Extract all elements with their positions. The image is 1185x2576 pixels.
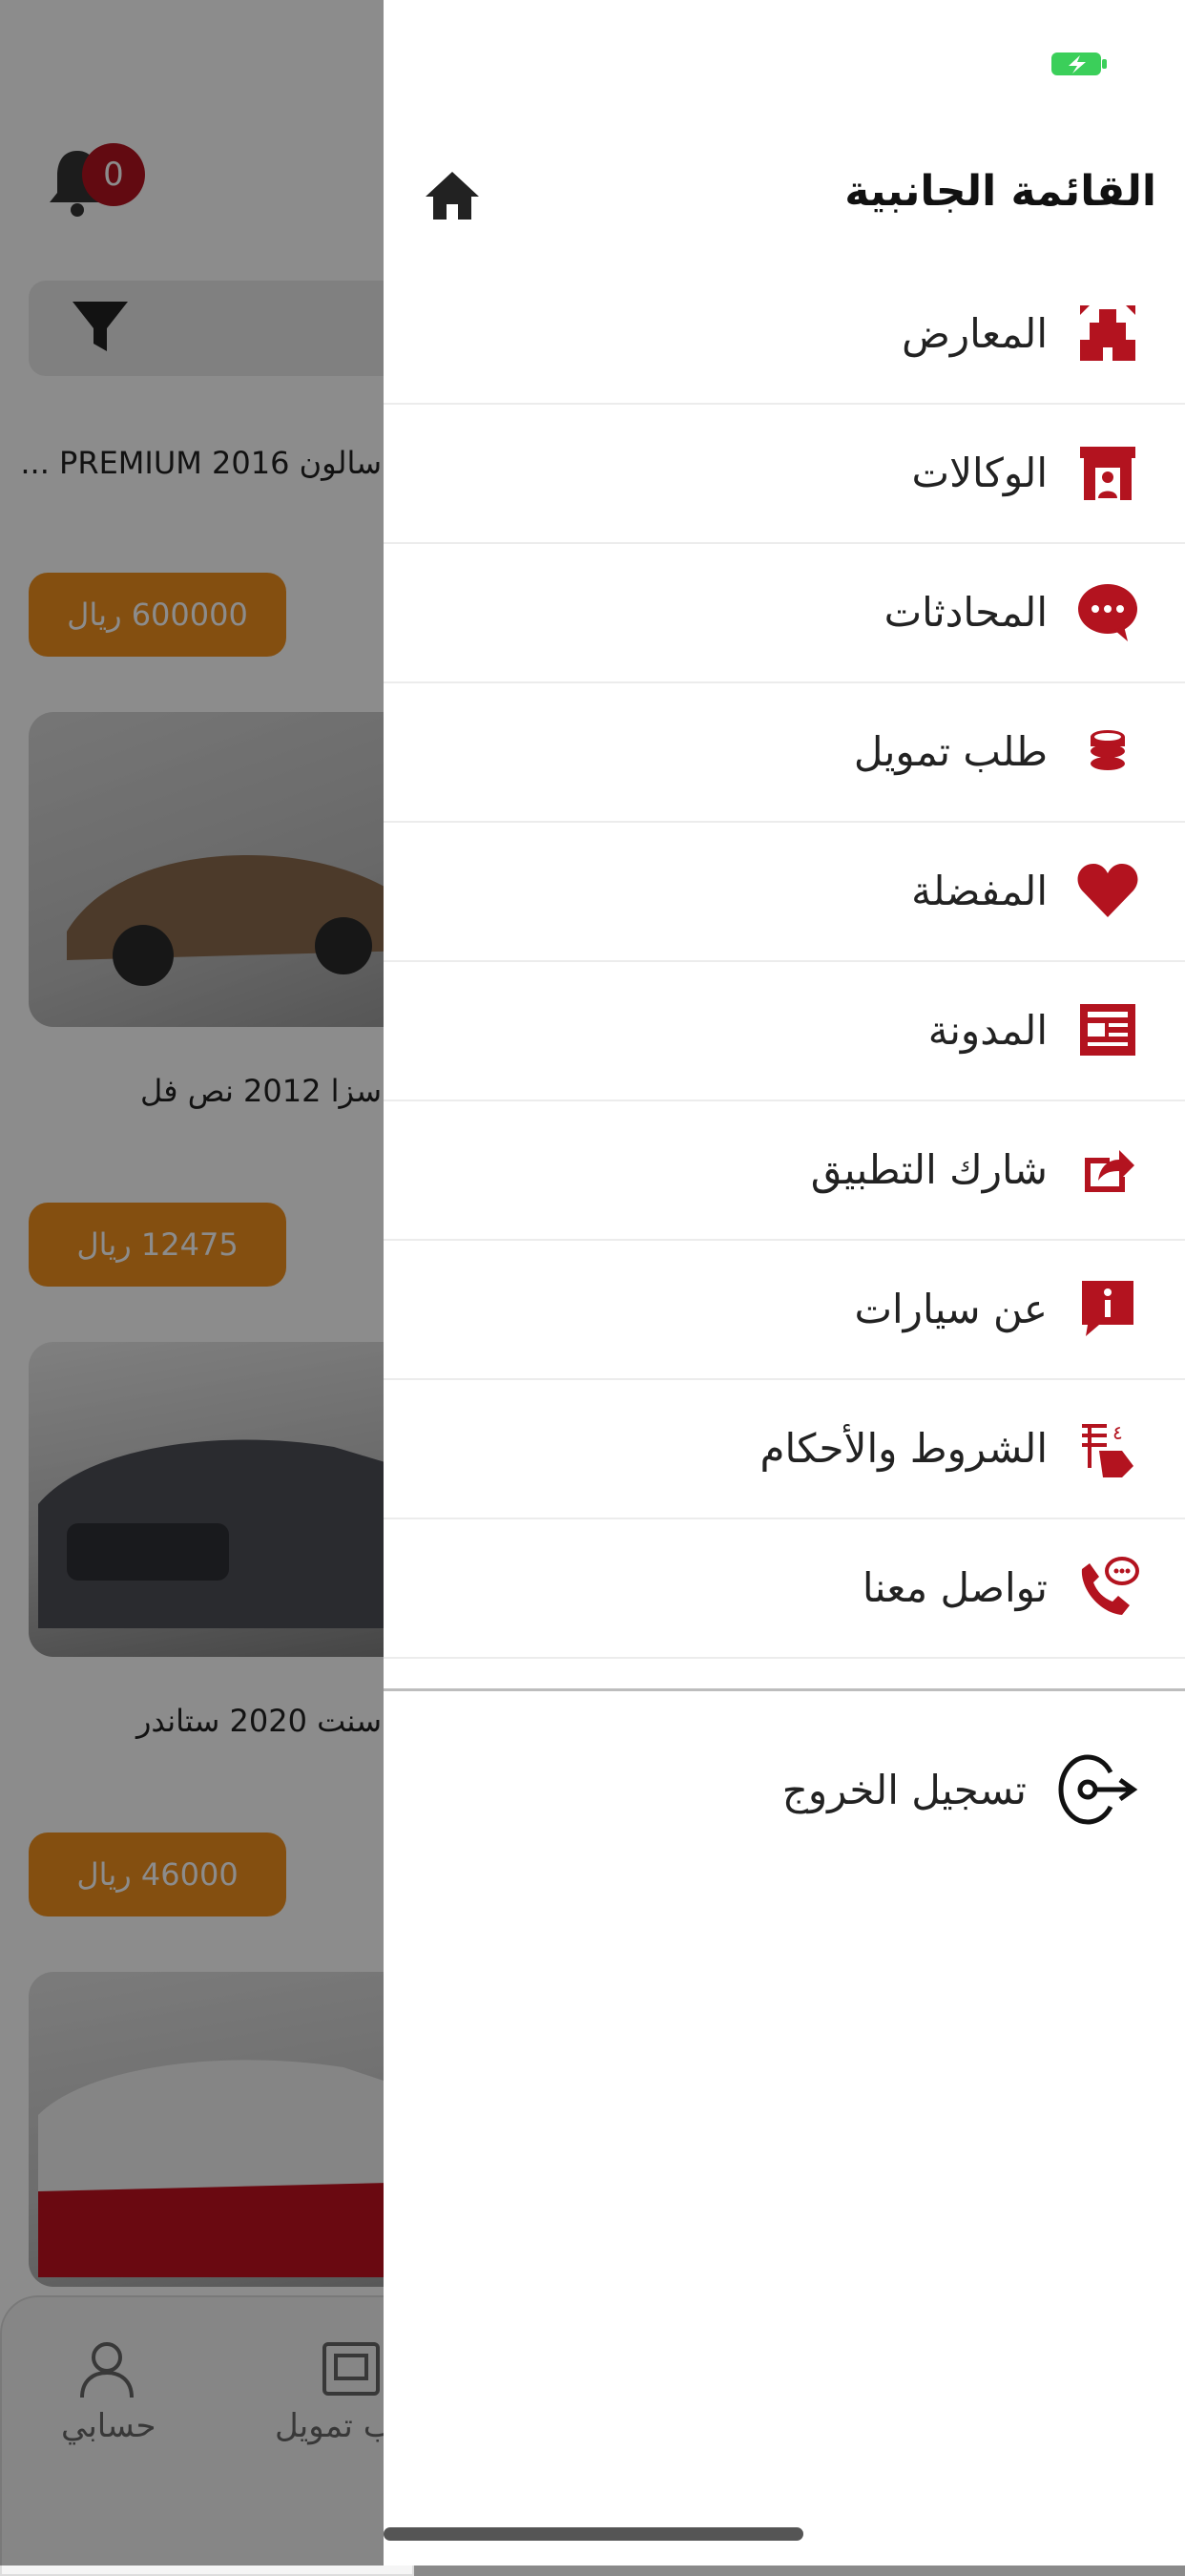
store-icon — [1074, 439, 1141, 506]
logout-button[interactable]: تسجيل الخروج — [384, 1737, 1185, 1842]
menu-item-label: عن سيارات — [854, 1285, 1048, 1332]
info-icon — [1074, 1275, 1141, 1342]
menu-item-label: شارك التطبيق — [810, 1145, 1048, 1193]
home-icon[interactable] — [424, 168, 481, 221]
coins-icon — [1074, 718, 1141, 785]
menu-item-agencies[interactable]: الوكالات — [384, 403, 1185, 544]
menu-item-label: طلب تمويل — [853, 727, 1048, 775]
drawer-title: القائمة الجانبية — [844, 167, 1156, 216]
menu-item-label: المدونة — [927, 1006, 1048, 1054]
showroom-icon — [1074, 300, 1141, 367]
menu-item-financing[interactable]: طلب تمويل — [384, 681, 1185, 823]
menu-item-label: تواصل معنا — [862, 1563, 1048, 1611]
battery-icon — [1051, 52, 1107, 75]
drawer-divider — [384, 1688, 1185, 1691]
home-indicator[interactable] — [384, 2527, 803, 2541]
menu-item-label: الشروط والأحكام — [759, 1424, 1048, 1472]
logout-icon — [1055, 1751, 1141, 1828]
svg-text:٤: ٤ — [1112, 1421, 1123, 1444]
newspaper-icon — [1074, 996, 1141, 1063]
menu-item-share-app[interactable]: شارك التطبيق — [384, 1100, 1185, 1241]
menu-item-label: المفضلة — [911, 867, 1048, 914]
phone-chat-icon — [1074, 1554, 1141, 1621]
heart-icon — [1074, 857, 1141, 924]
menu-item-chats[interactable]: المحادثات — [384, 542, 1185, 683]
menu-item-showrooms[interactable]: المعارض — [384, 263, 1185, 405]
menu-item-about[interactable]: عن سيارات — [384, 1239, 1185, 1380]
menu-item-terms[interactable]: الشروط والأحكام ٤ — [384, 1378, 1185, 1519]
terms-icon: ٤ — [1074, 1414, 1141, 1481]
chat-icon — [1074, 578, 1141, 645]
share-icon — [1074, 1136, 1141, 1203]
menu-item-label: المحادثات — [884, 588, 1048, 636]
menu-item-label: الوكالات — [911, 449, 1048, 496]
logout-label: تسجيل الخروج — [781, 1766, 1027, 1813]
menu-item-label: المعارض — [902, 309, 1048, 357]
menu-item-blog[interactable]: المدونة — [384, 960, 1185, 1101]
menu-item-contact[interactable]: تواصل معنا — [384, 1518, 1185, 1659]
side-drawer: القائمة الجانبية المعارض الوكالات المحاد… — [384, 0, 1185, 2566]
menu-item-favorites[interactable]: المفضلة — [384, 821, 1185, 962]
